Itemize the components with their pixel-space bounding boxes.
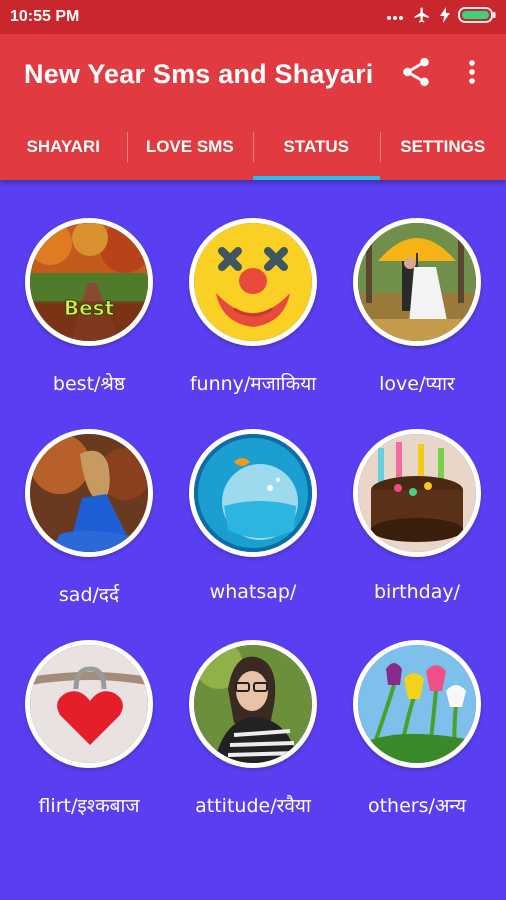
category-love[interactable]: love/प्यार — [333, 218, 501, 418]
tab-label: SETTINGS — [400, 137, 486, 156]
status-time: 10:55 PM — [10, 8, 80, 25]
share-icon — [399, 55, 433, 93]
overflow-menu-icon — [468, 59, 476, 89]
category-birthday[interactable]: birthday/ — [333, 429, 501, 629]
category-label: attitude/रवैया — [195, 795, 311, 817]
best-image: Best — [25, 218, 153, 346]
airplane-mode-icon — [412, 6, 432, 29]
category-best[interactable]: Best best/श्रेष्ठ — [5, 218, 173, 418]
best-image-text: Best — [64, 296, 115, 320]
love-couple-image — [353, 218, 481, 346]
more-dots-icon — [386, 8, 404, 26]
tab-bar: SHAYARI LOVE SMS STATUS SETTINGS — [0, 114, 506, 180]
category-label: love/प्यार — [379, 373, 455, 395]
category-label: sad/दर्द — [58, 584, 120, 606]
tab-label: LOVE SMS — [145, 137, 234, 156]
app-bar: New Year Sms and Shayari — [0, 34, 506, 114]
category-label: flirt/इश्कबाज — [38, 795, 140, 817]
tab-status[interactable]: STATUS — [253, 114, 380, 180]
category-others[interactable]: others/अन्य — [333, 640, 501, 840]
tab-label: SHAYARI — [26, 137, 100, 156]
category-attitude[interactable]: attitude/रवैया — [169, 640, 337, 840]
category-label: birthday/ — [374, 581, 460, 603]
category-label: funny/मजाकिया — [189, 373, 317, 395]
sad-girl-image — [25, 429, 153, 557]
status-icons — [386, 6, 496, 29]
category-label: best/श्रेष्ठ — [52, 373, 126, 395]
status-bar: 10:55 PM — [0, 0, 506, 34]
funny-clown-image — [189, 218, 317, 346]
whatsap-fishbowl-image — [189, 429, 317, 557]
share-button[interactable] — [396, 54, 436, 94]
category-grid: Best best/श्रेष्ठ funny/मजाकिया love/प्य… — [0, 180, 506, 900]
flirt-heart-lock-image — [25, 640, 153, 768]
battery-charging-icon — [458, 6, 496, 28]
tab-settings[interactable]: SETTINGS — [379, 114, 506, 180]
category-flirt[interactable]: flirt/इश्कबाज — [5, 640, 173, 840]
category-funny[interactable]: funny/मजाकिया — [169, 218, 337, 418]
attitude-girl-image — [189, 640, 317, 768]
category-sad[interactable]: sad/दर्द — [5, 429, 173, 629]
charging-bolt-icon — [440, 6, 450, 28]
others-tulips-image — [353, 640, 481, 768]
tab-label: STATUS — [283, 137, 349, 156]
birthday-cake-image — [353, 429, 481, 557]
category-label: whatsap/ — [209, 581, 297, 603]
tab-love-sms[interactable]: LOVE SMS — [126, 114, 254, 180]
tab-shayari[interactable]: SHAYARI — [0, 114, 127, 180]
overflow-menu-button[interactable] — [462, 54, 482, 94]
category-whatsap[interactable]: whatsap/ — [169, 429, 337, 629]
category-label: others/अन्य — [367, 795, 467, 817]
app-title: New Year Sms and Shayari — [24, 58, 374, 89]
